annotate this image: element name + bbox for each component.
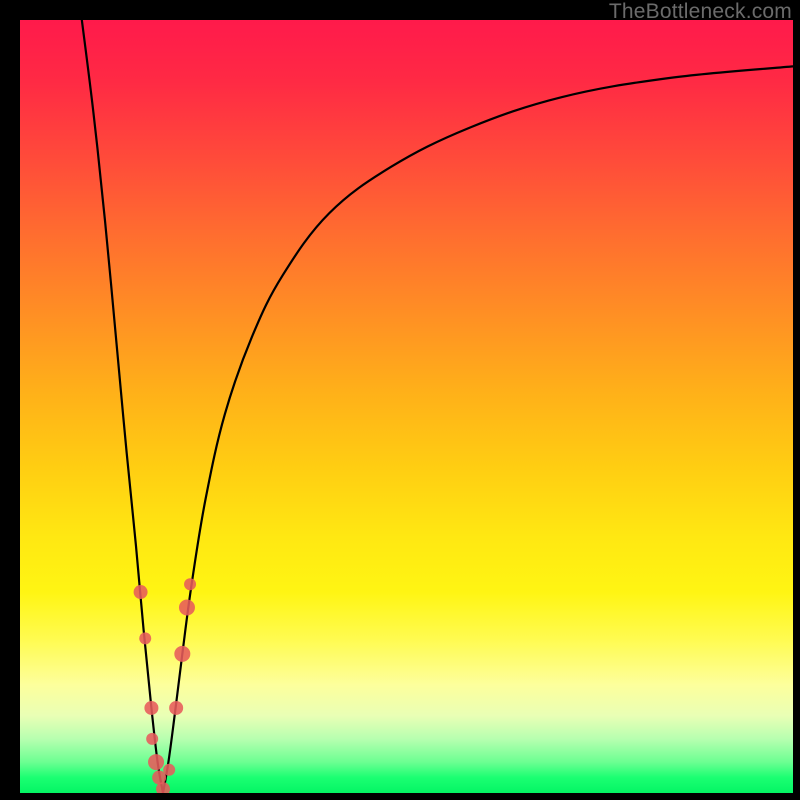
scatter-layer	[20, 20, 793, 793]
highlight-point	[134, 585, 148, 599]
highlight-point	[144, 701, 158, 715]
highlight-point	[152, 771, 166, 785]
watermark-text: TheBottleneck.com	[609, 0, 792, 24]
highlight-point	[148, 754, 164, 770]
highlight-points	[134, 578, 196, 793]
highlight-point	[163, 764, 175, 776]
highlight-point	[146, 733, 158, 745]
highlight-point	[156, 782, 170, 793]
highlight-point	[139, 632, 151, 644]
highlight-point	[174, 646, 190, 662]
curve-left-branch	[82, 20, 163, 793]
curve-right-branch	[163, 66, 793, 793]
chart-frame: TheBottleneck.com	[0, 0, 800, 800]
curve-layer	[20, 20, 793, 793]
highlight-point	[184, 578, 196, 590]
highlight-point	[179, 599, 195, 615]
highlight-point	[169, 701, 183, 715]
plot-area	[20, 20, 793, 793]
